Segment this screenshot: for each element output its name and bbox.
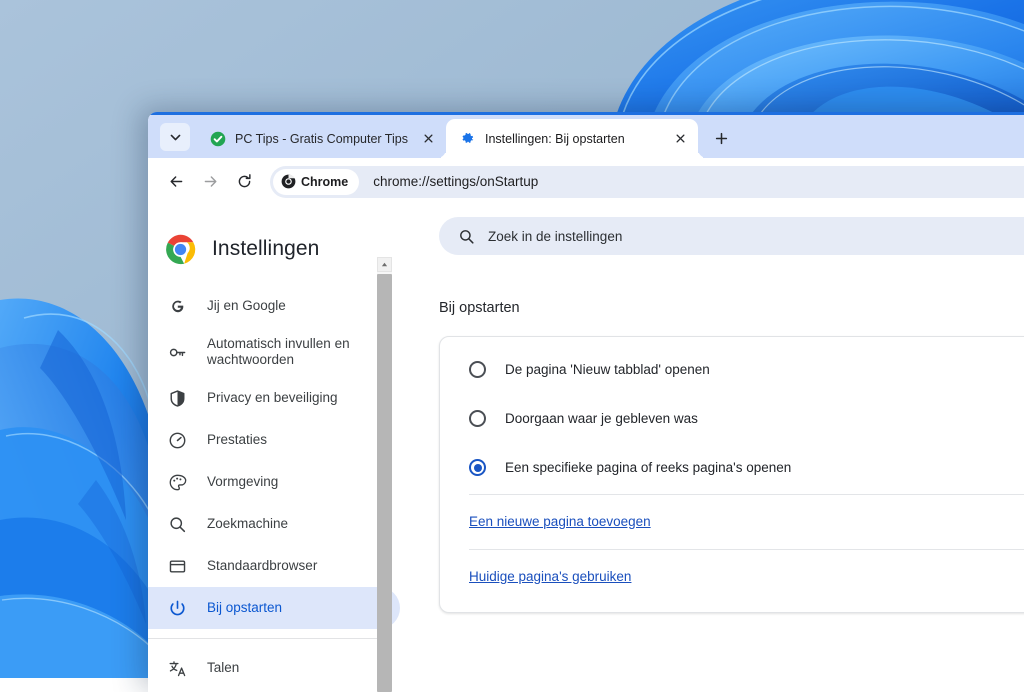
browser-toolbar: Chrome chrome://settings/onStartup <box>148 158 1024 205</box>
tab-close-button[interactable] <box>671 130 689 148</box>
address-bar[interactable]: Chrome chrome://settings/onStartup <box>270 166 1024 198</box>
settings-sidebar: Instellingen Jij en Google <box>148 205 400 692</box>
chevron-down-icon <box>169 131 182 144</box>
radio-button-selected[interactable] <box>469 459 486 476</box>
palette-icon <box>167 472 187 492</box>
startup-option-new-tab[interactable]: De pagina 'Nieuw tabblad' openen <box>440 345 1024 394</box>
settings-brand: Instellingen <box>148 219 400 271</box>
sidebar-item-label: Talen <box>207 660 239 676</box>
sidebar-item-label: Bij opstarten <box>207 600 282 616</box>
url-text: chrome://settings/onStartup <box>373 174 538 189</box>
tab-title: PC Tips - Gratis Computer Tips <box>235 132 410 146</box>
tab-instellingen[interactable]: Instellingen: Bij opstarten <box>446 119 698 158</box>
page-title: Instellingen <box>212 237 319 261</box>
chrome-browser-window: PC Tips - Gratis Computer Tips Instellin… <box>148 112 1024 692</box>
sidebar-item-zoekmachine[interactable]: Zoekmachine <box>148 503 400 545</box>
startup-option-specific-pages[interactable]: Een specifieke pagina of reeks pagina's … <box>440 443 1024 492</box>
settings-main-pane: Zoek in de instellingen Bij opstarten De… <box>400 205 1024 692</box>
sidebar-item-label: Prestaties <box>207 432 267 448</box>
green-check-circle-icon <box>209 130 226 147</box>
sidebar-item-bij-opstarten[interactable]: Bij opstarten <box>148 587 400 629</box>
radio-label: Een specifieke pagina of reeks pagina's … <box>505 460 791 475</box>
tab-strip: PC Tips - Gratis Computer Tips Instellin… <box>148 112 1024 158</box>
blue-gear-icon <box>459 130 476 147</box>
key-icon <box>167 342 187 362</box>
settings-page: Instellingen Jij en Google <box>148 205 1024 692</box>
sidebar-item-automatisch-invullen[interactable]: Automatisch invullen en wachtwoorden <box>148 327 400 377</box>
power-icon <box>167 598 187 618</box>
forward-button[interactable] <box>194 166 226 198</box>
add-new-page-row[interactable]: Een nieuwe pagina toevoegen <box>440 495 1024 547</box>
radio-label: Doorgaan waar je gebleven was <box>505 411 698 426</box>
sidebar-scrollbar[interactable] <box>377 257 392 692</box>
caret-up-icon <box>381 261 388 268</box>
back-button[interactable] <box>160 166 192 198</box>
new-tab-button[interactable] <box>706 124 736 152</box>
sidebar-item-label: Vormgeving <box>207 474 278 490</box>
sidebar-item-standaardbrowser[interactable]: Standaardbrowser <box>148 545 400 587</box>
tab-close-button[interactable] <box>419 130 437 148</box>
close-icon <box>424 134 433 143</box>
tab-title: Instellingen: Bij opstarten <box>485 132 662 146</box>
tab-list: PC Tips - Gratis Computer Tips Instellin… <box>196 112 698 158</box>
radio-button[interactable] <box>469 410 486 427</box>
reload-button[interactable] <box>228 166 260 198</box>
scrollbar-up-button[interactable] <box>377 257 392 272</box>
search-placeholder: Zoek in de instellingen <box>488 229 622 244</box>
tab-pc-tips[interactable]: PC Tips - Gratis Computer Tips <box>196 119 446 158</box>
radio-label: De pagina 'Nieuw tabblad' openen <box>505 362 710 377</box>
startup-options-card: De pagina 'Nieuw tabblad' openen Doorgaa… <box>439 336 1024 613</box>
sidebar-item-label: Privacy en beveiliging <box>207 390 338 406</box>
use-current-pages-row[interactable]: Huidige pagina's gebruiken <box>440 550 1024 602</box>
plus-icon <box>715 132 728 145</box>
add-new-page-link[interactable]: Een nieuwe pagina toevoegen <box>469 514 651 529</box>
sidebar-item-vormgeving[interactable]: Vormgeving <box>148 461 400 503</box>
tab-search-button[interactable] <box>160 123 190 151</box>
section-title: Bij opstarten <box>439 300 1024 316</box>
arrow-left-icon <box>168 173 185 190</box>
shield-icon <box>167 388 187 408</box>
sidebar-divider <box>148 638 391 639</box>
sidebar-item-privacy[interactable]: Privacy en beveiliging <box>148 377 400 419</box>
chrome-logo-icon <box>165 234 196 265</box>
search-icon <box>458 228 475 245</box>
reload-icon <box>236 173 253 190</box>
sidebar-item-label: Zoekmachine <box>207 516 288 532</box>
startup-option-continue[interactable]: Doorgaan waar je gebleven was <box>440 394 1024 443</box>
scrollbar-thumb[interactable] <box>377 274 392 692</box>
settings-search-input[interactable]: Zoek in de instellingen <box>439 217 1024 255</box>
sidebar-item-jij-en-google[interactable]: Jij en Google <box>148 285 400 327</box>
chrome-logo-icon <box>281 174 296 189</box>
close-icon <box>676 134 685 143</box>
sidebar-item-label: Jij en Google <box>207 298 286 314</box>
speedometer-icon <box>167 430 187 450</box>
use-current-pages-link[interactable]: Huidige pagina's gebruiken <box>469 569 631 584</box>
sidebar-item-prestaties[interactable]: Prestaties <box>148 419 400 461</box>
chrome-chip-label: Chrome <box>301 175 348 189</box>
chrome-origin-chip[interactable]: Chrome <box>273 169 359 195</box>
sidebar-item-talen[interactable]: Talen <box>148 647 400 689</box>
radio-button[interactable] <box>469 361 486 378</box>
browser-window-icon <box>167 556 187 576</box>
sidebar-item-label: Standaardbrowser <box>207 558 317 574</box>
translate-icon <box>167 658 187 678</box>
settings-nav-list: Jij en Google Automatisch invullen en wa… <box>148 285 400 689</box>
sidebar-item-label: Automatisch invullen en wachtwoorden <box>207 336 390 369</box>
google-g-icon <box>167 296 187 316</box>
arrow-right-icon <box>202 173 219 190</box>
search-icon <box>167 514 187 534</box>
